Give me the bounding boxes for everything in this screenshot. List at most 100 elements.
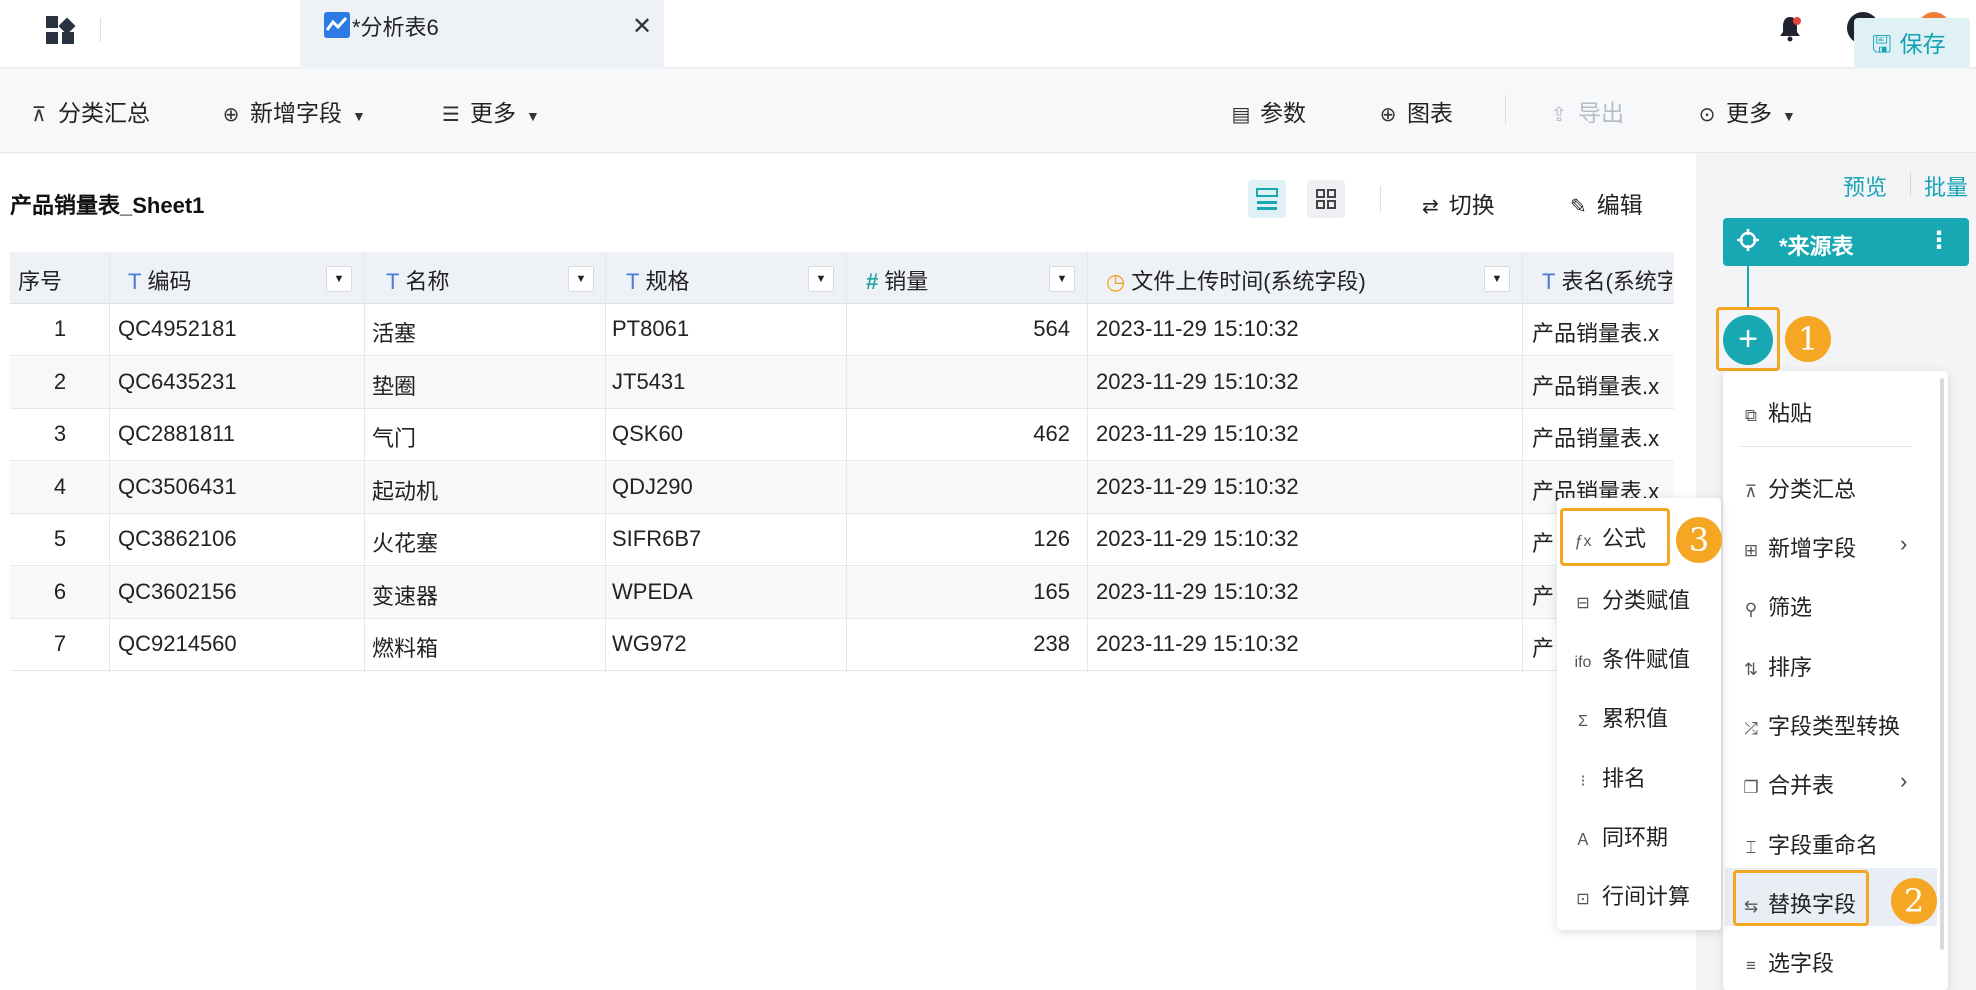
submenu-item-condition-assign[interactable]: ifo 条件赋值	[1572, 642, 1690, 674]
menu-divider	[1740, 446, 1912, 447]
menu-item-type-convert[interactable]: ⤮ 字段类型转换	[1740, 709, 1900, 741]
table-row[interactable]: 7 QC9214560 燃料箱 WG972 238 2023-11-29 15:10:32…	[10, 619, 1674, 671]
more-left-button[interactable]: ☰ 更多 ▼	[440, 94, 540, 128]
export-button[interactable]: ⇪ 导出	[1548, 94, 1624, 128]
table-cell[interactable]: 2023-11-29 15:10:32	[1096, 631, 1299, 657]
table-row[interactable]: 1 QC4952181 活塞 PT8061 564 2023-11-29 15:10:32…	[10, 304, 1674, 356]
table-cell[interactable]: QC3602156	[118, 579, 237, 605]
column-header[interactable]: T 规格	[626, 264, 689, 296]
table-cell[interactable]: 564	[860, 316, 1070, 342]
table-cell[interactable]: 462	[860, 421, 1070, 447]
grid-view-icon[interactable]	[1307, 180, 1345, 218]
table-row[interactable]: 4 QC3506431 起动机 QDJ290 2023-11-29 15:10:32 产品…	[10, 461, 1674, 514]
table-cell[interactable]: PT8061	[612, 316, 689, 342]
table-row[interactable]: 3 QC2881811 气门 QSK60 462 2023-11-29 15:10:32 产…	[10, 409, 1674, 461]
table-cell[interactable]: QC4952181	[118, 316, 237, 342]
menu-item-merge-table[interactable]: ❐ 合并表 ›	[1740, 768, 1907, 800]
column-menu-button[interactable]: ▼	[568, 266, 594, 292]
switch-button[interactable]: ⇄ 切换	[1422, 186, 1495, 220]
table-row[interactable]: 5 QC3862106 火花塞 SIFR6B7 126 2023-11-29 15:10:…	[10, 514, 1674, 566]
table-cell[interactable]: QC6435231	[118, 369, 237, 395]
submenu-item-rank[interactable]: ⁝ 排名	[1572, 761, 1646, 793]
params-button[interactable]: ▤ 参数	[1230, 94, 1306, 128]
table-cell[interactable]: 产品销量表.x	[1532, 316, 1664, 348]
table-cell[interactable]: 126	[860, 526, 1070, 552]
table-cell[interactable]: WG972	[612, 631, 687, 657]
table-cell[interactable]: 2023-11-29 15:10:32	[1096, 474, 1299, 500]
add-step-button[interactable]: +	[1723, 315, 1773, 365]
table-cell[interactable]: QSK60	[612, 421, 683, 447]
column-menu-button[interactable]: ▼	[1049, 266, 1075, 292]
table-cell[interactable]: 4	[10, 474, 110, 500]
table-cell[interactable]: 变速器	[372, 579, 438, 611]
table-cell[interactable]: QC2881811	[118, 421, 235, 447]
table-cell[interactable]: 燃料箱	[372, 631, 438, 663]
menu-item-sort[interactable]: ⇅ 排序	[1740, 650, 1812, 682]
column-header[interactable]: T 编码	[128, 264, 191, 296]
preview-link[interactable]: 预览	[1843, 170, 1887, 202]
table-row[interactable]: 2 QC6435231 垫圈 JT5431 2023-11-29 15:10:32 产品销…	[10, 356, 1674, 409]
table-cell[interactable]: 2023-11-29 15:10:32	[1096, 369, 1299, 395]
menu-item-select-field[interactable]: ≡ 选字段	[1740, 946, 1834, 978]
add-field-button[interactable]: ⊕ 新增字段 ▼	[220, 94, 366, 128]
table-cell[interactable]: 165	[860, 579, 1070, 605]
submenu-item-row-calc[interactable]: ⊡ 行间计算	[1572, 879, 1690, 911]
column-header[interactable]: T 表名(系统字	[1542, 264, 1672, 296]
menu-item-filter[interactable]: ⚲ 筛选	[1740, 590, 1812, 622]
source-table-node[interactable]: *来源表 ⋮	[1723, 218, 1969, 266]
table-cell[interactable]: 气门	[372, 421, 416, 453]
menu-item-group-summary[interactable]: ⊼ 分类汇总	[1740, 472, 1856, 504]
column-header[interactable]: ◷ 文件上传时间(系统字段)	[1106, 264, 1366, 296]
bell-icon[interactable]	[1776, 14, 1804, 42]
menu-item-paste[interactable]: ⧉ 粘贴	[1740, 396, 1812, 428]
menu-scrollbar[interactable]	[1940, 378, 1944, 950]
submenu-item-cumulative[interactable]: Σ 累积值	[1572, 701, 1668, 733]
table-cell[interactable]: 活塞	[372, 316, 416, 348]
group-summary-label: 分类汇总	[58, 100, 150, 126]
table-cell[interactable]: JT5431	[612, 369, 685, 395]
table-cell[interactable]: 7	[10, 631, 110, 657]
column-header[interactable]: T 名称	[386, 264, 449, 296]
column-header[interactable]: # 销量	[866, 264, 928, 296]
more-right-button[interactable]: ⊙ 更多 ▼	[1696, 94, 1796, 128]
table-cell[interactable]: 2	[10, 369, 110, 395]
table-cell[interactable]: WPEDA	[612, 579, 693, 605]
table-cell[interactable]: 2023-11-29 15:10:32	[1096, 316, 1299, 342]
table-cell[interactable]: 5	[10, 526, 110, 552]
table-cell[interactable]: QDJ290	[612, 474, 693, 500]
kebab-menu-icon[interactable]: ⋮	[1927, 226, 1951, 255]
edit-button[interactable]: ✎ 编辑	[1570, 186, 1643, 220]
table-cell[interactable]: 2023-11-29 15:10:32	[1096, 421, 1299, 447]
chart-button[interactable]: ⊕ 图表	[1377, 94, 1453, 128]
table-cell[interactable]: 3	[10, 421, 110, 447]
table-cell[interactable]: 2023-11-29 15:10:32	[1096, 579, 1299, 605]
table-cell[interactable]: 火花塞	[372, 526, 438, 558]
table-cell[interactable]: 2023-11-29 15:10:32	[1096, 526, 1299, 552]
column-menu-button[interactable]: ▼	[808, 266, 834, 292]
app-grid-icon[interactable]	[44, 14, 76, 46]
menu-item-add-field[interactable]: ⊞ 新增字段 ›	[1740, 531, 1907, 563]
table-cell[interactable]: SIFR6B7	[612, 526, 701, 552]
column-menu-button[interactable]: ▼	[1484, 266, 1510, 292]
table-cell[interactable]: 238	[860, 631, 1070, 657]
table-cell[interactable]: QC3506431	[118, 474, 237, 500]
table-cell[interactable]: 6	[10, 579, 110, 605]
table-cell[interactable]: 产品销量表.x	[1532, 369, 1664, 401]
table-cell[interactable]: 产品销量表.x	[1532, 421, 1664, 453]
table-cell[interactable]: QC3862106	[118, 526, 237, 552]
submenu-item-period-compare[interactable]: Ａ 同环期	[1572, 820, 1668, 852]
table-cell[interactable]: 1	[10, 316, 110, 342]
table-cell[interactable]: 起动机	[372, 474, 438, 506]
close-icon[interactable]: ✕	[632, 12, 652, 41]
menu-item-rename-field[interactable]: ⌶ 字段重命名	[1740, 828, 1878, 860]
column-menu-button[interactable]: ▼	[326, 266, 352, 292]
table-cell[interactable]: QC9214560	[118, 631, 237, 657]
table-cell[interactable]: 垫圈	[372, 369, 416, 401]
tab-title: *分析表6	[352, 15, 439, 40]
submenu-item-category-assign[interactable]: ⊟ 分类赋值	[1572, 583, 1690, 615]
table-row[interactable]: 6 QC3602156 变速器 WPEDA 165 2023-11-29 15:10:32…	[10, 566, 1674, 619]
table-view-icon[interactable]	[1248, 180, 1286, 218]
batch-link[interactable]: 批量	[1924, 170, 1968, 202]
group-summary-button[interactable]: ⊼ 分类汇总	[28, 94, 150, 128]
save-button[interactable]: 🖫 保存	[1854, 18, 1970, 68]
